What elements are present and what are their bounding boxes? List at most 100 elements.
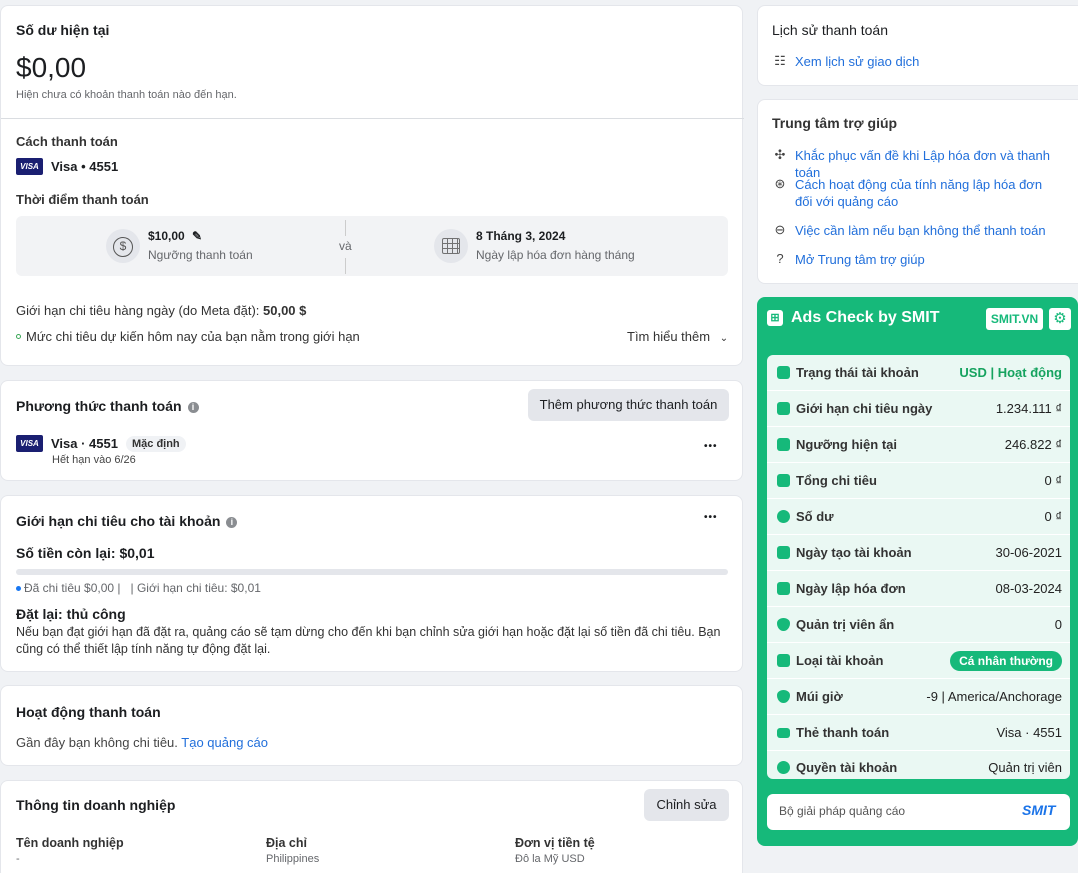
- smit-ads-check-panel: ⊞ Ads Check by SMIT SMIT.VN ⚙ Trạng thái…: [757, 297, 1078, 846]
- card-text: Visa • 4551: [51, 159, 119, 174]
- row-label: Ngưỡng hiện tại: [796, 437, 897, 452]
- row-value: USD | Hoạt động: [959, 365, 1062, 380]
- payment-card: VISA Visa • 4551: [16, 158, 118, 175]
- more-options-button[interactable]: •••: [704, 512, 718, 523]
- threshold-caption: Ngưỡng thanh toán: [148, 248, 253, 262]
- calendar-icon: [777, 546, 790, 559]
- row-label: Ngày lập hóa đơn: [796, 581, 906, 596]
- visa-icon: VISA: [16, 158, 43, 175]
- transaction-history-label: Xem lịch sử giao dịch: [795, 54, 920, 69]
- smit-row-permission: Quyền tài khoản Quản trị viên: [767, 749, 1070, 785]
- payment-timing-box: $ $10,00 ✎ Ngưỡng thanh toán và 8 Tháng …: [16, 216, 728, 276]
- spend-icon: [777, 474, 790, 487]
- transaction-history-link[interactable]: ☷ Xem lịch sử giao dịch: [772, 53, 919, 70]
- account-limit-title-text: Giới hạn chi tiêu cho tài khoản: [16, 513, 221, 529]
- row-value: Quản trị viên: [988, 759, 1062, 775]
- business-name-label: Tên doanh nghiệp: [16, 836, 124, 850]
- balance-card: Số dư hiện tại $0,00 Hiện chưa có khoản …: [0, 5, 744, 366]
- help-item-open-help-center[interactable]: ? Mở Trung tâm trợ giúp: [772, 251, 924, 268]
- add-payment-method-button[interactable]: Thêm phương thức thanh toán: [528, 389, 729, 421]
- account-type-badge: Cá nhân thường: [950, 650, 1062, 671]
- info-icon[interactable]: i: [226, 517, 238, 528]
- row-value: 0 ₫: [1044, 509, 1062, 524]
- row-label: Múi giờ: [796, 689, 843, 704]
- smit-row-balance: Số dư 0 ₫: [767, 499, 1070, 535]
- smit-info-table: Trạng thái tài khoản USD | Hoạt động Giới…: [767, 355, 1070, 779]
- gear-icon[interactable]: ⚙: [1049, 308, 1071, 330]
- spent-text: Đã chi tiêu $0,00 |: [24, 581, 121, 595]
- chevron-down-icon: ⌄: [719, 333, 729, 344]
- threshold-icon: [777, 438, 790, 451]
- edit-button[interactable]: Chỉnh sửa: [644, 789, 729, 821]
- threshold-value-row[interactable]: $10,00 ✎: [148, 229, 202, 243]
- timing-divider-top: [345, 220, 346, 236]
- limit-legend: Đã chi tiêu $0,00 | | Giới hạn chi tiêu:…: [16, 581, 261, 595]
- smit-row-account-type: Loại tài khoản Cá nhân thường: [767, 643, 1070, 679]
- row-label: Ngày tạo tài khoản: [796, 545, 912, 560]
- help-item-how-billing-works[interactable]: ⊛ Cách hoạt động của tính năng lập hóa đ…: [772, 176, 1062, 210]
- shield-icon: [777, 690, 790, 703]
- payment-methods-card: Phương thức thanh toán i Thêm phương thức…: [0, 380, 743, 481]
- smit-footer[interactable]: Bộ giải pháp quảng cáo SMIT: [767, 794, 1070, 830]
- daily-limit-text: Giới hạn chi tiêu hàng ngày (do Meta đặt…: [16, 303, 263, 318]
- calendar-icon: [434, 229, 468, 263]
- payment-method-label: Cách thanh toán: [16, 134, 118, 149]
- payment-methods-title: Phương thức thanh toán i: [16, 398, 199, 414]
- row-label: Tổng chi tiêu: [796, 473, 877, 488]
- row-label: Quyền tài khoản: [796, 759, 898, 775]
- card-expiry: Hết hạn vào 6/26: [52, 454, 136, 466]
- limit-text: | Giới hạn chi tiêu: $0,01: [130, 581, 261, 595]
- row-value: 246.822 ₫: [1004, 437, 1062, 452]
- help-item-label: Việc cần làm nếu bạn không thể thanh toá…: [795, 223, 1046, 238]
- learn-more-button[interactable]: Tìm hiểu thêm ⌄: [627, 329, 728, 344]
- account-limit-card: Giới hạn chi tiêu cho tài khoản i ••• Số …: [0, 495, 743, 672]
- row-value: 1.234.111 ₫: [995, 401, 1062, 416]
- spend-status: Mức chi tiêu dự kiến hôm nay của bạn nằm…: [16, 329, 360, 344]
- smit-row-payment-card: Thẻ thanh toán Visa · 4551: [767, 715, 1070, 751]
- card-icon: [777, 727, 790, 738]
- smit-header: ⊞ Ads Check by SMIT: [767, 309, 939, 327]
- dollar-icon: $: [106, 229, 140, 263]
- threshold-value: $10,00: [148, 229, 185, 243]
- account-limit-title: Giới hạn chi tiêu cho tài khoản i: [16, 513, 238, 529]
- payment-activity-title: Hoạt động thanh toán: [16, 704, 161, 720]
- bill-caption: Ngày lập hóa đơn hàng tháng: [476, 248, 635, 262]
- smit-row-total-spend: Tổng chi tiêu 0 ₫: [767, 463, 1070, 499]
- create-ad-link[interactable]: Tạo quảng cáo: [181, 735, 268, 750]
- user-gear-icon: [777, 760, 790, 774]
- smit-row-status: Trạng thái tài khoản USD | Hoạt động: [767, 355, 1070, 391]
- pencil-icon[interactable]: ✎: [192, 229, 202, 243]
- smit-row-threshold: Ngưỡng hiện tại 246.822 ₫: [767, 427, 1070, 463]
- currency-label: Đơn vị tiền tệ: [515, 836, 595, 850]
- tools-icon: ✣: [774, 147, 786, 162]
- saved-card[interactable]: VISA Visa · 4551 Mặc định: [16, 435, 186, 452]
- balance-title: Số dư hiện tại: [16, 22, 110, 38]
- payment-history-card: Lịch sử thanh toán ☷ Xem lịch sử giao dị…: [757, 5, 1078, 86]
- smit-row-bill-date: Ngày lập hóa đơn 08-03-2024: [767, 571, 1070, 607]
- receipt-icon: ☷: [774, 53, 786, 68]
- smit-row-hidden-admins: Quản trị viên ẩn 0: [767, 607, 1070, 643]
- row-value: 0 ₫: [1044, 473, 1062, 488]
- balance-note: Hiện chưa có khoản thanh toán nào đến hạ…: [16, 89, 237, 101]
- row-value: 08-03-2024: [995, 581, 1063, 596]
- smit-vn-badge[interactable]: SMIT.VN: [986, 308, 1043, 330]
- reset-description: Nếu bạn đạt giới hạn đã đặt ra, quảng cá…: [16, 625, 721, 656]
- circles-icon: ⊛: [774, 176, 786, 191]
- id-card-icon: [777, 654, 790, 667]
- row-label: Thẻ thanh toán: [796, 725, 890, 740]
- smit-row-timezone: Múi giờ -9 | America/Anchorage: [767, 679, 1070, 715]
- shield-icon: [777, 618, 790, 631]
- payment-history-title: Lịch sử thanh toán: [772, 22, 889, 38]
- business-name-value: -: [16, 853, 20, 865]
- visa-icon: VISA: [16, 435, 43, 452]
- currency-value: Đô la Mỹ USD: [515, 853, 585, 865]
- more-options-button[interactable]: •••: [704, 441, 718, 452]
- and-text: và: [339, 239, 352, 253]
- payment-activity-card: Hoạt động thanh toán Gần đây bạn không c…: [0, 685, 743, 766]
- help-item-cannot-pay[interactable]: ⊖ Việc cần làm nếu bạn không thể thanh t…: [772, 222, 1046, 239]
- status-text: Mức chi tiêu dự kiến hôm nay của bạn nằm…: [26, 329, 360, 344]
- row-label: Trạng thái tài khoản: [796, 365, 919, 380]
- timing-divider-bottom: [345, 258, 346, 274]
- smit-row-daily-limit: Giới hạn chi tiêu ngày 1.234.111 ₫: [767, 391, 1070, 427]
- info-icon[interactable]: i: [187, 402, 199, 413]
